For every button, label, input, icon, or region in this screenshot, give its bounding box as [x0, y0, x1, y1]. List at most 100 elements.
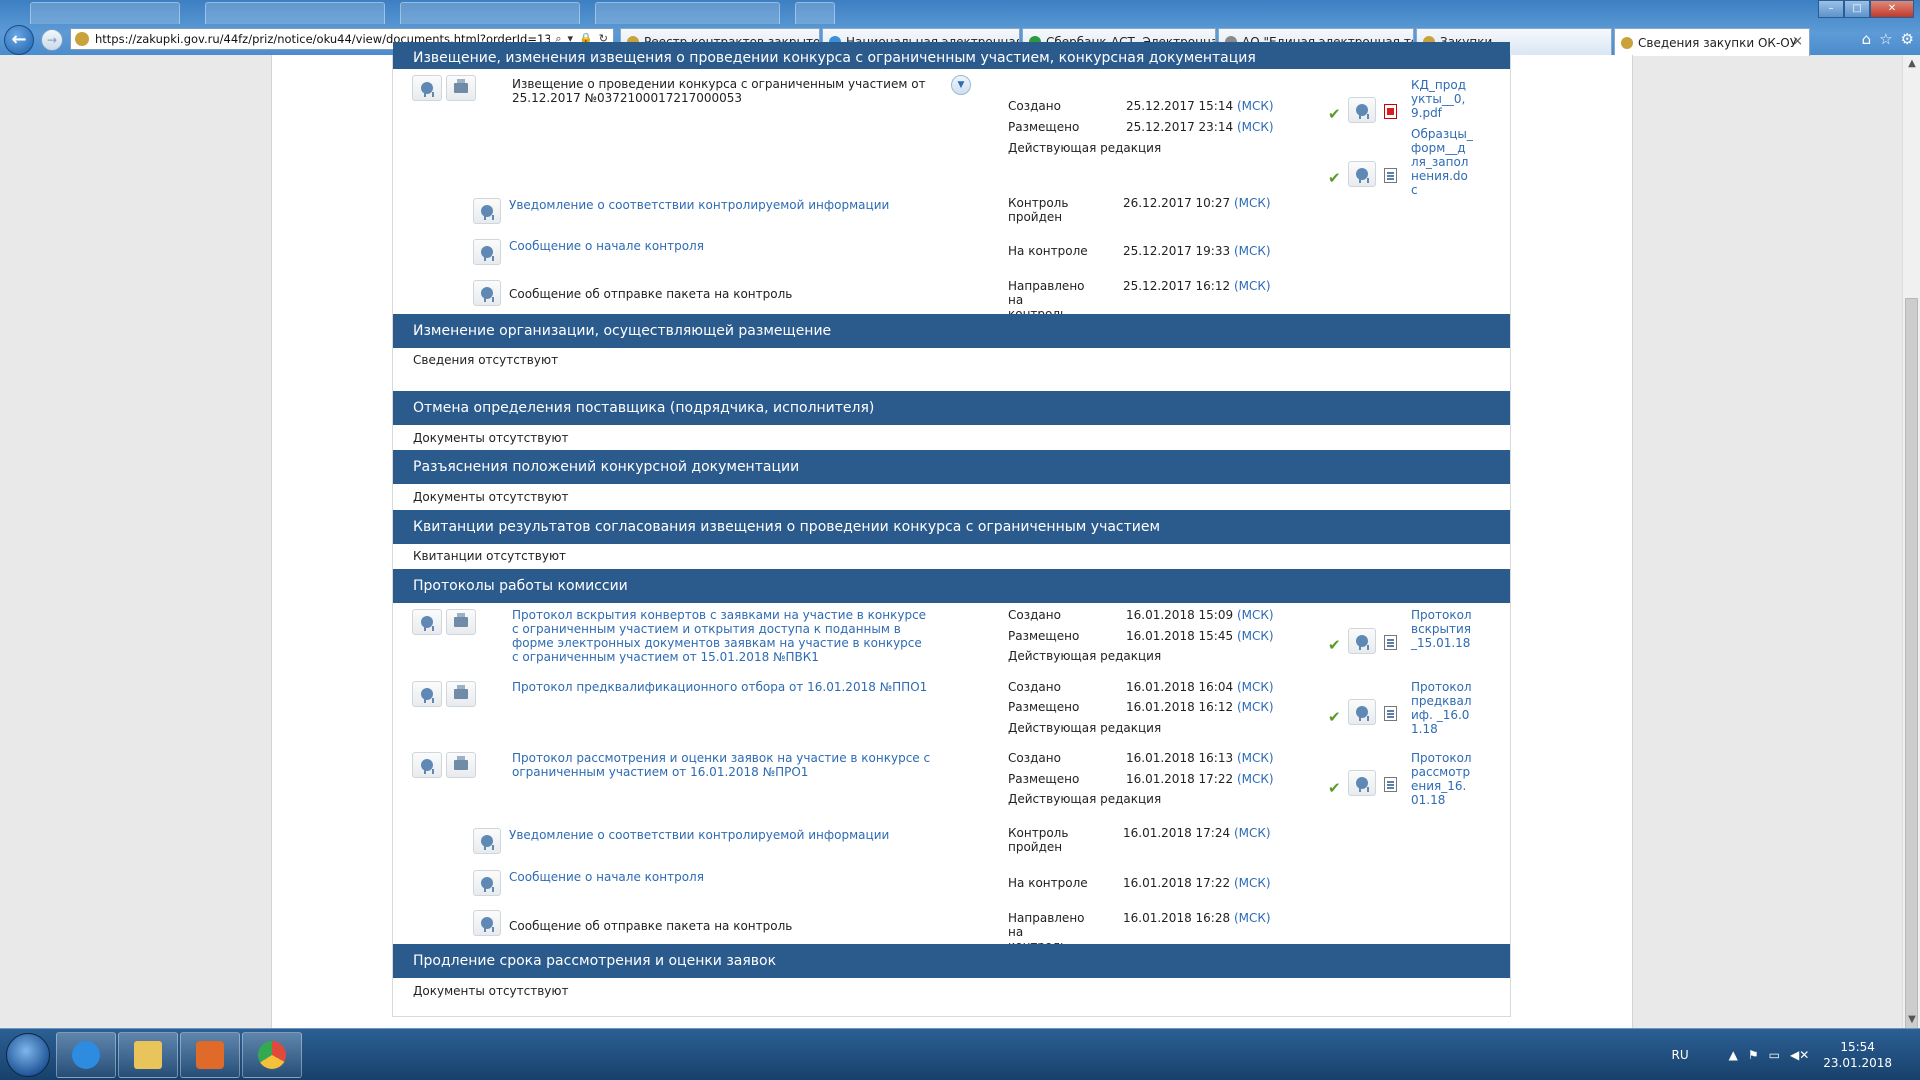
scroll-up-arrow-icon[interactable]: ▲ — [1903, 58, 1920, 69]
vertical-scrollbar[interactable]: ▲ ▼ — [1902, 55, 1920, 1053]
print-icon — [454, 756, 468, 770]
browser-tab-active[interactable]: Сведения закупки ОК-ОУ × — [1614, 28, 1810, 56]
seal-icon — [1356, 104, 1369, 119]
attachment-link[interactable]: Протокол вскрытия _15.01.18 — [1411, 608, 1473, 650]
signature-button[interactable] — [473, 910, 501, 936]
print-icon — [454, 613, 468, 627]
print-button[interactable] — [446, 75, 476, 101]
scrollbar-thumb[interactable] — [1905, 298, 1918, 1053]
control-document-link[interactable]: Уведомление о соответствии контролируемо… — [509, 828, 889, 842]
file-signature-button[interactable] — [1348, 770, 1376, 796]
attachment-link[interactable]: Образцы_форм__для_заполнения.doc — [1411, 127, 1473, 197]
seal-icon — [421, 82, 434, 97]
print-button[interactable] — [446, 681, 476, 707]
seal-icon — [1356, 635, 1369, 650]
control-document-link[interactable]: Сообщение о начале контроля — [509, 870, 704, 884]
background-window-tab — [400, 2, 580, 24]
language-indicator[interactable]: RU — [1672, 1048, 1689, 1062]
chrome-icon — [258, 1041, 286, 1069]
settings-gear-icon[interactable]: ⚙ — [1901, 30, 1914, 48]
explorer-taskbar-button[interactable] — [118, 1032, 178, 1078]
close-tab-icon[interactable]: × — [1792, 34, 1803, 49]
seal-icon — [481, 246, 494, 261]
file-signature-button[interactable] — [1348, 628, 1376, 654]
file-signature-button[interactable] — [1348, 97, 1376, 123]
signature-button[interactable] — [412, 75, 442, 101]
current-edition-label: Действующая редакция — [1008, 141, 1162, 155]
site-emblem-icon — [75, 32, 89, 46]
volume-muted-icon[interactable]: ◀✕ — [1790, 1048, 1809, 1062]
favorites-star-icon[interactable]: ☆ — [1879, 30, 1892, 48]
doc-file-icon — [1384, 706, 1397, 721]
attachment-link[interactable]: Протокол рассмотрения_16.01.18 — [1411, 751, 1473, 807]
network-icon[interactable]: ▭ — [1769, 1048, 1780, 1062]
control-status-label: Контроль пройден — [1008, 196, 1069, 224]
back-button[interactable]: ← — [4, 25, 34, 55]
media-player-taskbar-button[interactable] — [180, 1032, 240, 1078]
show-hidden-icons-icon[interactable]: ▲ — [1729, 1048, 1738, 1062]
scroll-down-arrow-icon[interactable]: ▼ — [1903, 1014, 1920, 1025]
seal-icon — [481, 835, 494, 850]
control-document-link[interactable]: Сообщение о начале контроля — [509, 239, 704, 253]
doc-file-icon — [1384, 777, 1397, 792]
attachment-link[interactable]: Протокол предквалиф. _16.01.18 — [1411, 680, 1473, 736]
created-label: Создано — [1008, 99, 1061, 113]
print-button[interactable] — [446, 752, 476, 778]
section-header-organization-change: Изменение организации, осуществляющей ра… — [393, 314, 1510, 348]
print-button[interactable] — [446, 609, 476, 635]
document-link[interactable]: Протокол предквалификационного отбора от… — [512, 680, 932, 694]
start-button[interactable] — [6, 1033, 50, 1077]
doc-file-icon — [1384, 168, 1397, 183]
signature-button[interactable] — [473, 280, 501, 306]
media-player-icon — [196, 1041, 224, 1069]
seal-icon — [481, 287, 494, 302]
seal-icon — [421, 688, 434, 703]
control-document-link[interactable]: Уведомление о соответствии контролируемо… — [509, 198, 889, 212]
checkmark-icon: ✔ — [1328, 169, 1341, 187]
document-title: Извещение о проведении конкурса с ограни… — [512, 77, 926, 105]
clock[interactable]: 15:54 23.01.2018 — [1823, 1039, 1892, 1071]
signature-button[interactable] — [412, 752, 442, 778]
chrome-taskbar-button[interactable] — [242, 1032, 302, 1078]
file-signature-button[interactable] — [1348, 699, 1376, 725]
signature-button[interactable] — [412, 681, 442, 707]
clock-date: 23.01.2018 — [1823, 1056, 1892, 1070]
signature-button[interactable] — [412, 609, 442, 635]
system-tray: RU ▲ ⚑ ▭ ◀✕ 15:54 23.01.2018 — [1672, 1029, 1914, 1080]
checkmark-icon: ✔ — [1328, 636, 1341, 654]
empty-notice: Документы отсутствуют — [413, 431, 569, 445]
ie-taskbar-button[interactable] — [56, 1032, 116, 1078]
file-signature-button[interactable] — [1348, 161, 1376, 187]
published-date: 16.01.2018 15:45 (МСК) — [1126, 629, 1274, 643]
control-status-label: Контроль пройден — [1008, 826, 1069, 854]
attachment-link[interactable]: КД_продукты__0,9.pdf — [1411, 78, 1473, 120]
signature-button[interactable] — [473, 198, 501, 224]
section-header-protocols: Протоколы работы комиссии — [393, 569, 1510, 603]
empty-notice: Документы отсутствуют — [413, 490, 569, 504]
published-label: Размещено — [1008, 700, 1080, 714]
document-link[interactable]: Протокол рассмотрения и оценки заявок на… — [512, 751, 932, 779]
document-link[interactable]: Протокол вскрытия конвертов с заявками н… — [512, 608, 932, 664]
expand-chevron-icon[interactable]: ▼ — [951, 75, 971, 95]
close-window-button[interactable]: ✕ — [1870, 0, 1914, 18]
seal-icon — [481, 205, 494, 220]
control-status-label: На контроле — [1008, 244, 1088, 258]
forward-button[interactable]: → — [41, 29, 63, 51]
signature-button[interactable] — [473, 239, 501, 265]
windows-taskbar: RU ▲ ⚑ ▭ ◀✕ 15:54 23.01.2018 — [0, 1028, 1920, 1080]
minimize-button[interactable]: – — [1818, 0, 1844, 18]
seal-icon — [421, 616, 434, 631]
browser-toolbar-icons: ⌂ ☆ ⚙ — [1862, 30, 1914, 48]
folder-icon — [134, 1041, 162, 1069]
control-status-label: На контроле — [1008, 876, 1088, 890]
created-label: Создано — [1008, 680, 1061, 694]
home-icon[interactable]: ⌂ — [1862, 30, 1872, 48]
signature-button[interactable] — [473, 828, 501, 854]
published-date: 16.01.2018 16:12 (МСК) — [1126, 700, 1274, 714]
signature-button[interactable] — [473, 870, 501, 896]
control-date: 16.01.2018 17:24 (МСК) — [1123, 826, 1271, 840]
created-label: Создано — [1008, 751, 1061, 765]
published-date: 16.01.2018 17:22 (МСК) — [1126, 772, 1274, 786]
flag-icon[interactable]: ⚑ — [1748, 1048, 1759, 1062]
maximize-button[interactable]: □ — [1844, 0, 1870, 18]
